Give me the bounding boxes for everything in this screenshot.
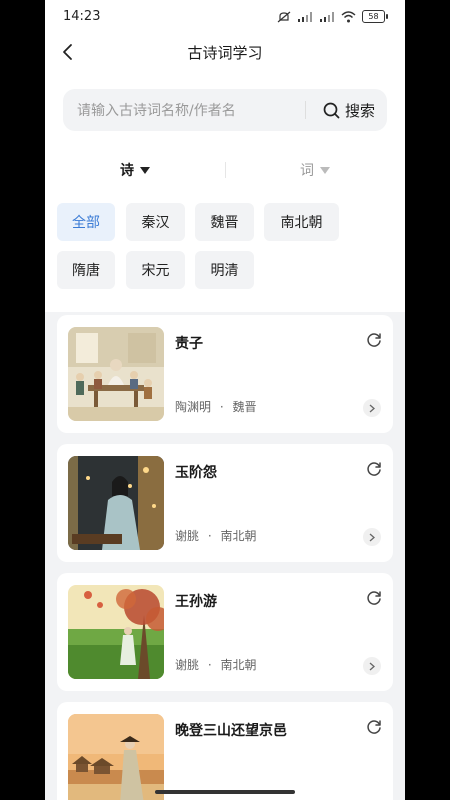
status-icons: 58 xyxy=(277,10,388,23)
meta-separator: · xyxy=(219,400,224,414)
poem-thumbnail xyxy=(68,327,164,421)
dynasty-chip-suitang[interactable]: 隋唐 xyxy=(57,251,115,289)
poem-dynasty: 魏晋 xyxy=(232,400,257,414)
status-bar: 14:23 58 xyxy=(45,0,405,34)
dynasty-chip-all[interactable]: 全部 xyxy=(57,203,115,241)
search-divider xyxy=(305,101,306,119)
refresh-icon[interactable] xyxy=(365,460,383,478)
poem-meta: 谢朓 · 南北朝 xyxy=(175,656,257,673)
silent-mode-icon xyxy=(277,11,291,22)
caret-down-icon xyxy=(320,166,330,174)
chevron-right-icon[interactable] xyxy=(363,657,381,675)
search-button-label: 搜索 xyxy=(345,101,376,120)
poem-author: 谢朓 xyxy=(175,658,200,672)
battery-level: 58 xyxy=(368,12,379,21)
poem-title: 玉阶怨 xyxy=(175,465,217,481)
search-icon xyxy=(323,102,340,118)
page-title: 古诗词学习 xyxy=(187,44,263,62)
wifi-icon xyxy=(341,10,356,22)
tab-shi-label: 诗 xyxy=(120,163,134,179)
refresh-icon[interactable] xyxy=(365,331,383,349)
tab-ci-label: 词 xyxy=(300,163,314,179)
poem-title: 责子 xyxy=(175,336,203,352)
refresh-icon[interactable] xyxy=(365,589,383,607)
home-indicator[interactable] xyxy=(155,790,295,794)
poem-card[interactable]: 责子 陶渊明 · 魏晋 xyxy=(57,315,393,433)
poem-title: 王孙游 xyxy=(175,594,217,610)
poem-title: 晚登三山还望京邑 xyxy=(175,723,287,739)
refresh-icon[interactable] xyxy=(365,718,383,736)
meta-separator: · xyxy=(207,529,212,543)
poem-dynasty: 南北朝 xyxy=(220,529,257,543)
dynasty-chip-qinhan[interactable]: 秦汉 xyxy=(126,203,185,241)
dynasty-chip-weijin[interactable]: 魏晋 xyxy=(195,203,254,241)
poem-card[interactable]: 晚登三山还望京邑 xyxy=(57,702,393,800)
caret-down-icon xyxy=(140,166,150,174)
poem-card[interactable]: 王孙游 谢朓 · 南北朝 xyxy=(57,573,393,691)
signal-icon-2 xyxy=(320,11,334,22)
dynasty-chip-mingqing[interactable]: 明清 xyxy=(195,251,254,289)
tab-ci[interactable]: 词 xyxy=(225,152,405,188)
tab-shi[interactable]: 诗 xyxy=(45,152,225,188)
chevron-right-icon[interactable] xyxy=(363,528,381,546)
poem-dynasty: 南北朝 xyxy=(220,658,257,672)
status-time: 14:23 xyxy=(63,9,101,24)
poem-thumbnail xyxy=(68,585,164,679)
chevron-right-icon[interactable] xyxy=(363,399,381,417)
poem-thumbnail xyxy=(68,456,164,550)
meta-separator: · xyxy=(207,658,212,672)
search-button[interactable]: 搜索 xyxy=(323,89,375,131)
nav-bar: 古诗词学习 xyxy=(45,34,405,70)
dynasty-chip-nanbeichao[interactable]: 南北朝 xyxy=(264,203,339,241)
search-input[interactable] xyxy=(75,89,299,133)
poem-meta: 陶渊明 · 魏晋 xyxy=(175,398,257,415)
category-tabs: 诗 词 xyxy=(45,152,405,188)
battery-icon: 58 xyxy=(362,10,388,23)
poem-author: 陶渊明 xyxy=(175,400,212,414)
signal-icon-1 xyxy=(298,11,312,22)
poem-thumbnail xyxy=(68,714,164,800)
poem-meta: 谢朓 · 南北朝 xyxy=(175,527,257,544)
search-bar: 搜索 xyxy=(63,89,387,133)
app-screen: 14:23 58 古诗词学习 请输入古诗词名称/作者名 搜索 诗 词 全部 秦汉… xyxy=(45,0,405,800)
dynasty-chip-songyuan[interactable]: 宋元 xyxy=(126,251,185,289)
poem-card[interactable]: 玉阶怨 谢朓 · 南北朝 xyxy=(57,444,393,562)
poem-author: 谢朓 xyxy=(175,529,200,543)
